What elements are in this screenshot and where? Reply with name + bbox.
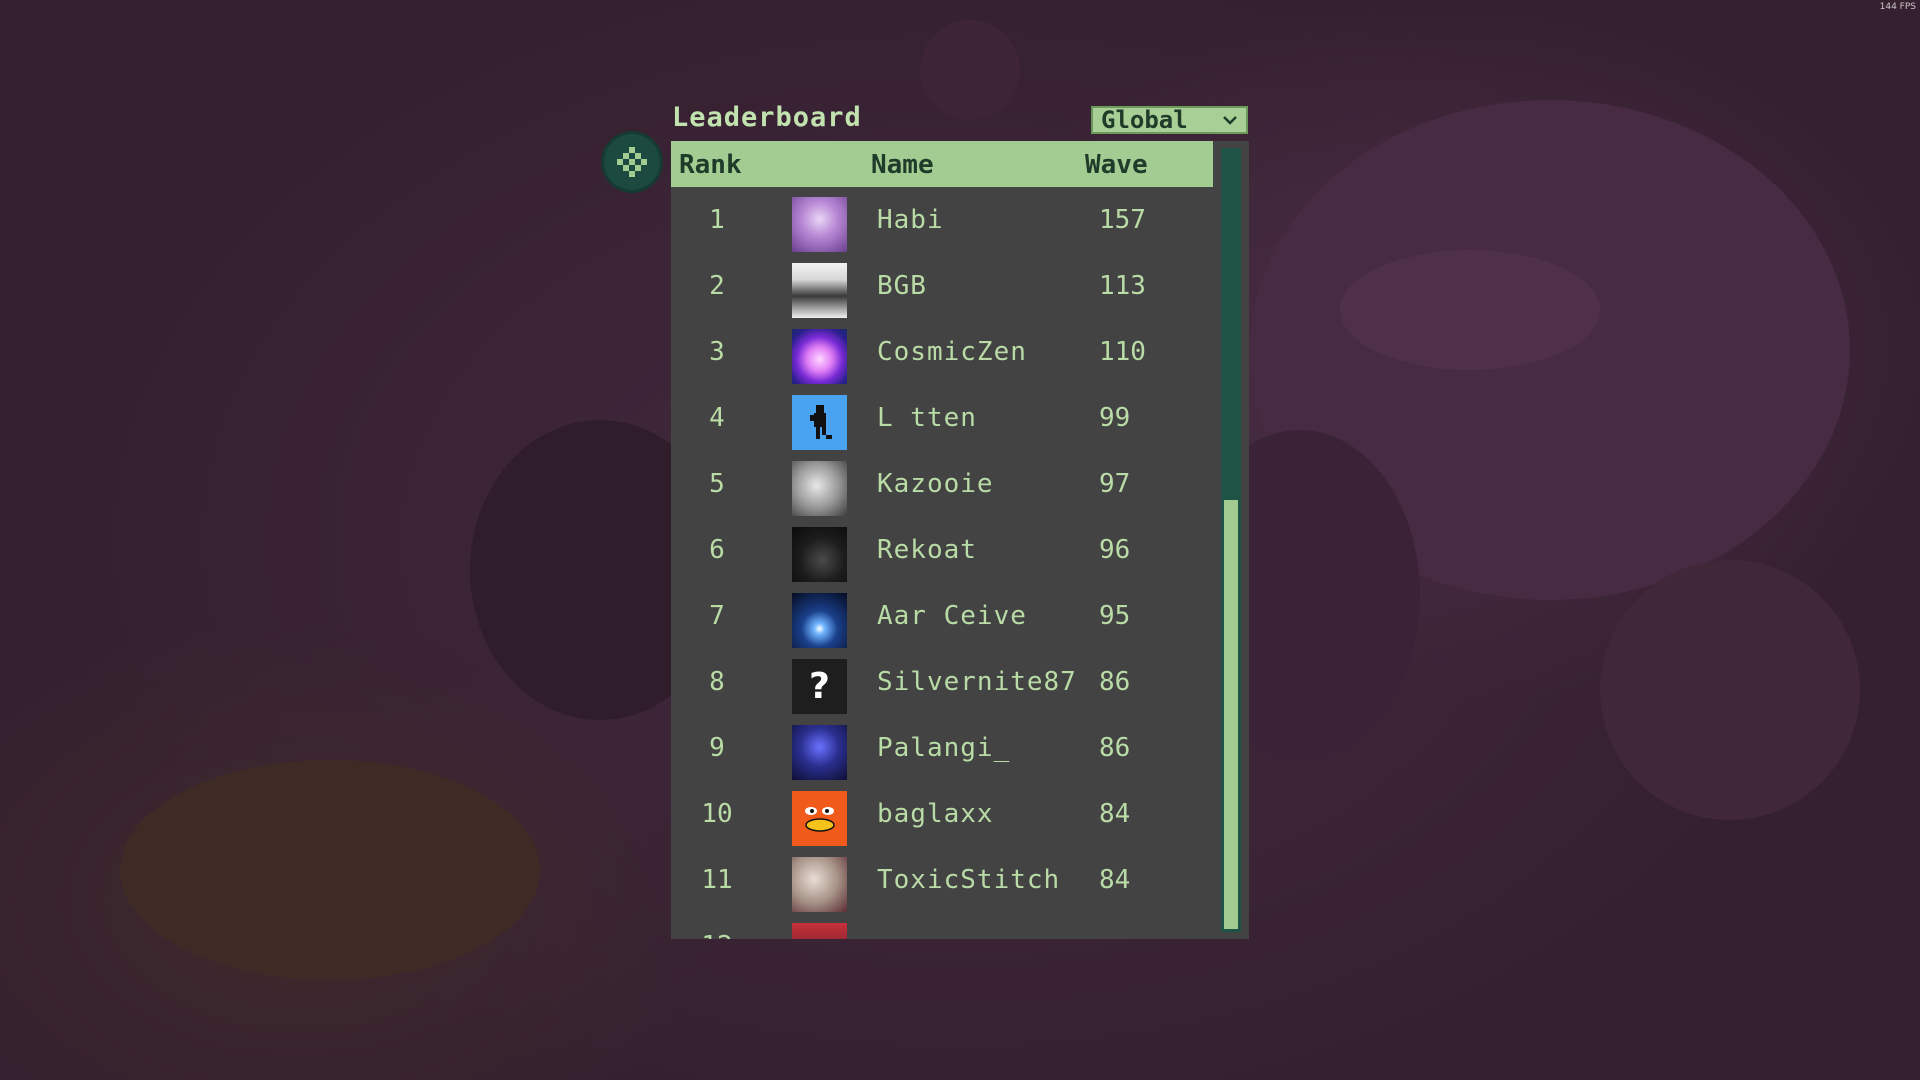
row-player-name: CosmicZen (877, 337, 1027, 367)
row-wave: 95 (1099, 601, 1131, 631)
row-wave: 113 (1099, 271, 1146, 301)
leaderboard-rows: 1 Habi 157 2 BGB 113 3 CosmicZen 110 4 L tten 99 5 Ka… (671, 187, 1213, 939)
duck-face-icon (805, 807, 835, 832)
leaderboard-row[interactable]: 9 Palangi_ 86 (671, 715, 1213, 781)
row-rank: 2 (709, 271, 725, 301)
row-rank: 3 (709, 337, 725, 367)
column-header-rank[interactable]: Rank (679, 150, 742, 180)
leaderboard-title: Leaderboard (672, 102, 862, 133)
red-partial-avatar (792, 923, 847, 939)
leaderboard-row[interactable]: 3 CosmicZen 110 (671, 319, 1213, 385)
leaderboard-row[interactable]: 2 BGB 113 (671, 253, 1213, 319)
leaderboard-row[interactable]: 7 Aar Ceive 95 (671, 583, 1213, 649)
leaderboard-row[interactable]: 11 ToxicStitch 84 (671, 847, 1213, 913)
pixel-figure-icon (810, 405, 832, 439)
leaderboard-row[interactable]: 5 Kazooie 97 (671, 451, 1213, 517)
row-rank: 7 (709, 601, 725, 631)
small-orb-top (920, 20, 1020, 120)
row-player-name: Rekoat (877, 535, 977, 565)
row-rank: 8 (709, 667, 725, 697)
row-player-name: BGB (877, 271, 927, 301)
hooded-figure-avatar (792, 725, 847, 780)
row-player-name: Kazooie (877, 469, 994, 499)
blue-figure-avatar (792, 395, 847, 450)
row-wave: 110 (1099, 337, 1146, 367)
diamond-pattern-icon (617, 147, 647, 177)
row-player-name: Palangi_ (877, 733, 1011, 763)
row-wave: 86 (1099, 667, 1131, 697)
scope-dropdown[interactable]: Global (1091, 106, 1248, 134)
row-wave: 99 (1099, 403, 1131, 433)
row-rank: 11 (701, 865, 733, 895)
row-wave: 157 (1099, 205, 1146, 235)
row-rank: 9 (709, 733, 725, 763)
pumpkin-shape (120, 760, 540, 980)
row-wave: 86 (1099, 733, 1131, 763)
leaderboard-row[interactable]: 12 (671, 913, 1213, 939)
row-player-name: baglaxx (877, 799, 994, 829)
orange-duck-avatar (792, 791, 847, 846)
cat-photo-avatar (792, 857, 847, 912)
synthwave-sun-avatar (792, 329, 847, 384)
chevron-down-icon (1223, 116, 1237, 125)
leaderboard-row[interactable]: 10 baglaxx 84 (671, 781, 1213, 847)
row-rank: 5 (709, 469, 725, 499)
column-header-wave[interactable]: Wave (1085, 150, 1148, 180)
leaderboard-row[interactable]: 4 L tten 99 (671, 385, 1213, 451)
row-wave: 84 (1099, 799, 1131, 829)
leaderboard-header: Rank Name Wave (671, 141, 1213, 187)
leaderboard-row[interactable]: 1 Habi 157 (671, 187, 1213, 253)
row-rank: 10 (701, 799, 733, 829)
monster-sketch-avatar (792, 461, 847, 516)
row-player-name: L tten (877, 403, 977, 433)
leaderboard-panel: Rank Name Wave 1 Habi 157 2 BGB 113 3 CosmicZen… (671, 141, 1249, 939)
row-wave: 84 (1099, 865, 1131, 895)
question-mark-glyph: ? (809, 666, 830, 707)
row-player-name: Habi (877, 205, 944, 235)
blue-flare-avatar (792, 593, 847, 648)
row-rank: 4 (709, 403, 725, 433)
row-wave: 97 (1099, 469, 1131, 499)
row-rank: 12 (671, 931, 763, 939)
leaderboard-row[interactable]: 8? Silvernite87 86 (671, 649, 1213, 715)
scrollbar-thumb[interactable] (1221, 148, 1241, 500)
fps-counter: 144 FPS (1879, 2, 1916, 12)
leaderboard-row[interactable]: 6 Rekoat 96 (671, 517, 1213, 583)
row-player-name: Aar Ceive (877, 601, 1027, 631)
column-header-name[interactable]: Name (871, 150, 934, 180)
pumpkin-face-right (1600, 560, 1860, 820)
row-rank: 1 (709, 205, 725, 235)
row-rank: 6 (709, 535, 725, 565)
purple-anime-avatar (792, 197, 847, 252)
leaderboard-toggle-button[interactable] (604, 134, 660, 190)
dark-portrait-avatar (792, 527, 847, 582)
row-wave: 96 (1099, 535, 1131, 565)
scope-selected-value: Global (1101, 106, 1188, 134)
row-player-name: ToxicStitch (877, 865, 1061, 895)
question-mark-avatar: ? (792, 659, 847, 714)
statue-poster-avatar (792, 263, 847, 318)
row-player-name: Silvernite87 (877, 667, 1077, 697)
monster-teeth-shape (1340, 250, 1600, 370)
